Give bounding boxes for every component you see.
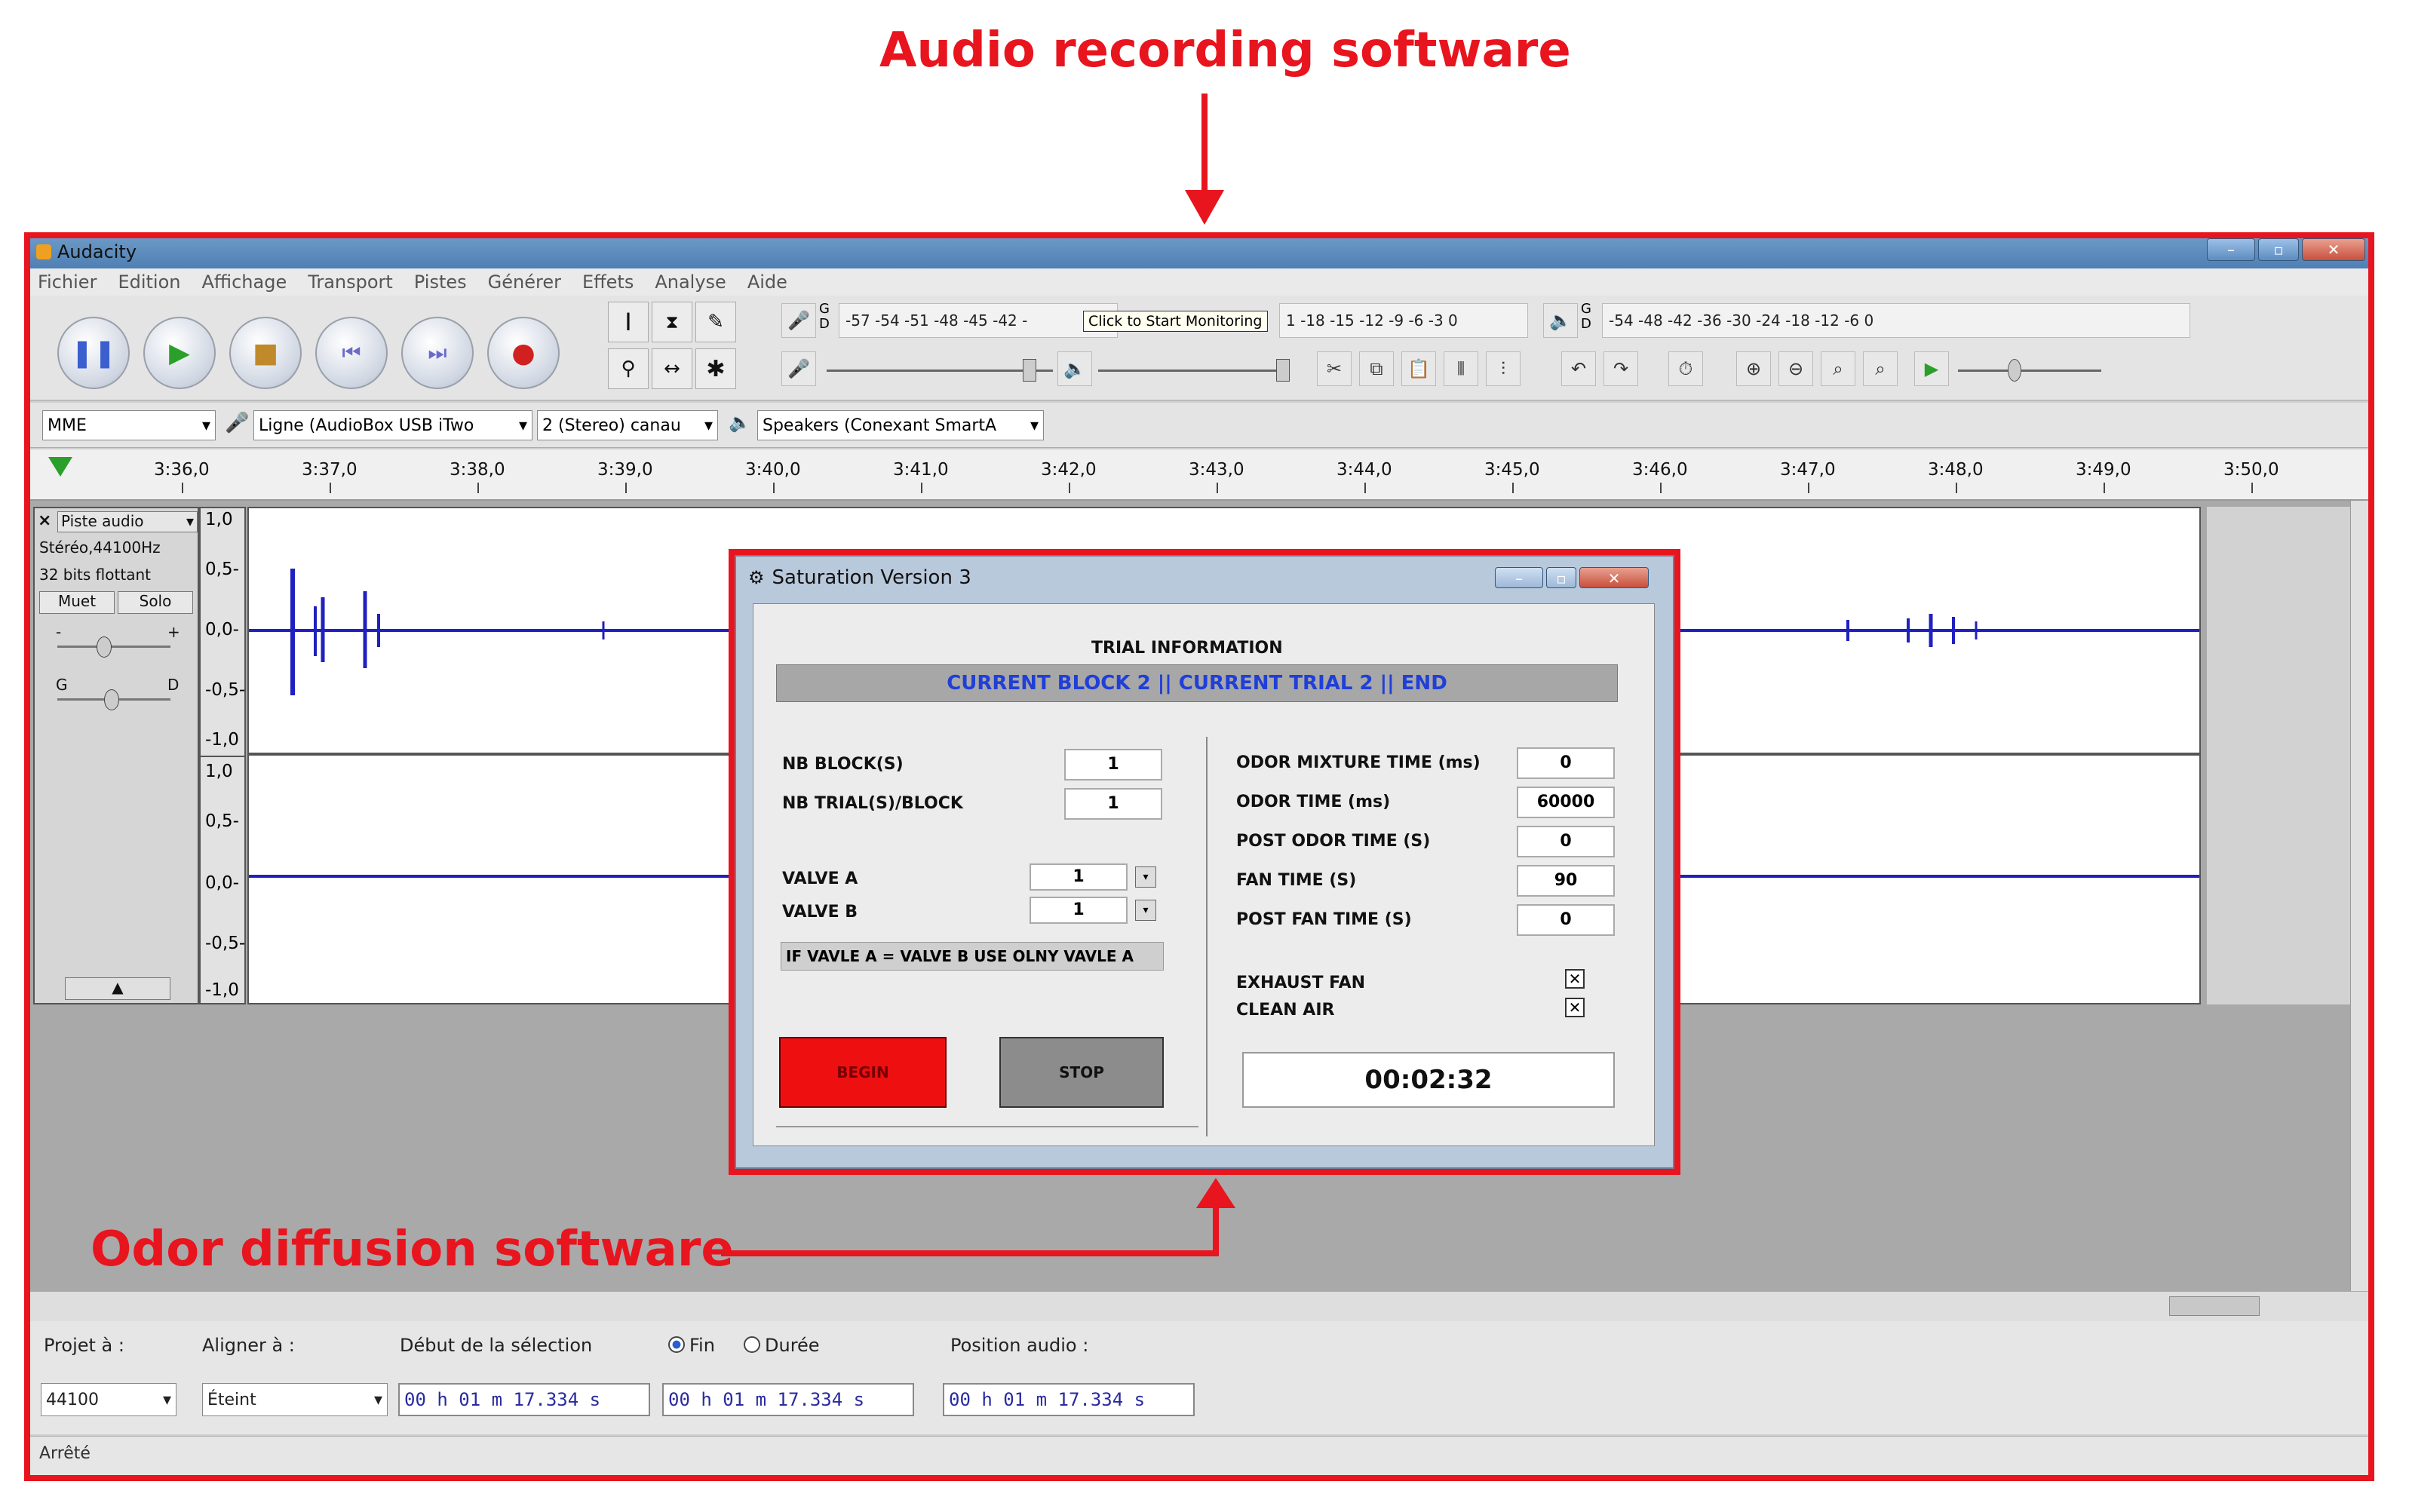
audio-software-annotation: Audio recording software bbox=[879, 23, 1571, 78]
annotation-arrow-horizontal bbox=[721, 1250, 1219, 1256]
annotation-arrow-head-top bbox=[1185, 190, 1224, 225]
annotation-arrow-head-bottom bbox=[1196, 1178, 1235, 1208]
odor-software-highlight-frame bbox=[729, 549, 1680, 1175]
figure-root: Audio recording software Audacity – ▫ ✕ … bbox=[0, 0, 2409, 1512]
odor-software-annotation: Odor diffusion software bbox=[91, 1222, 734, 1277]
